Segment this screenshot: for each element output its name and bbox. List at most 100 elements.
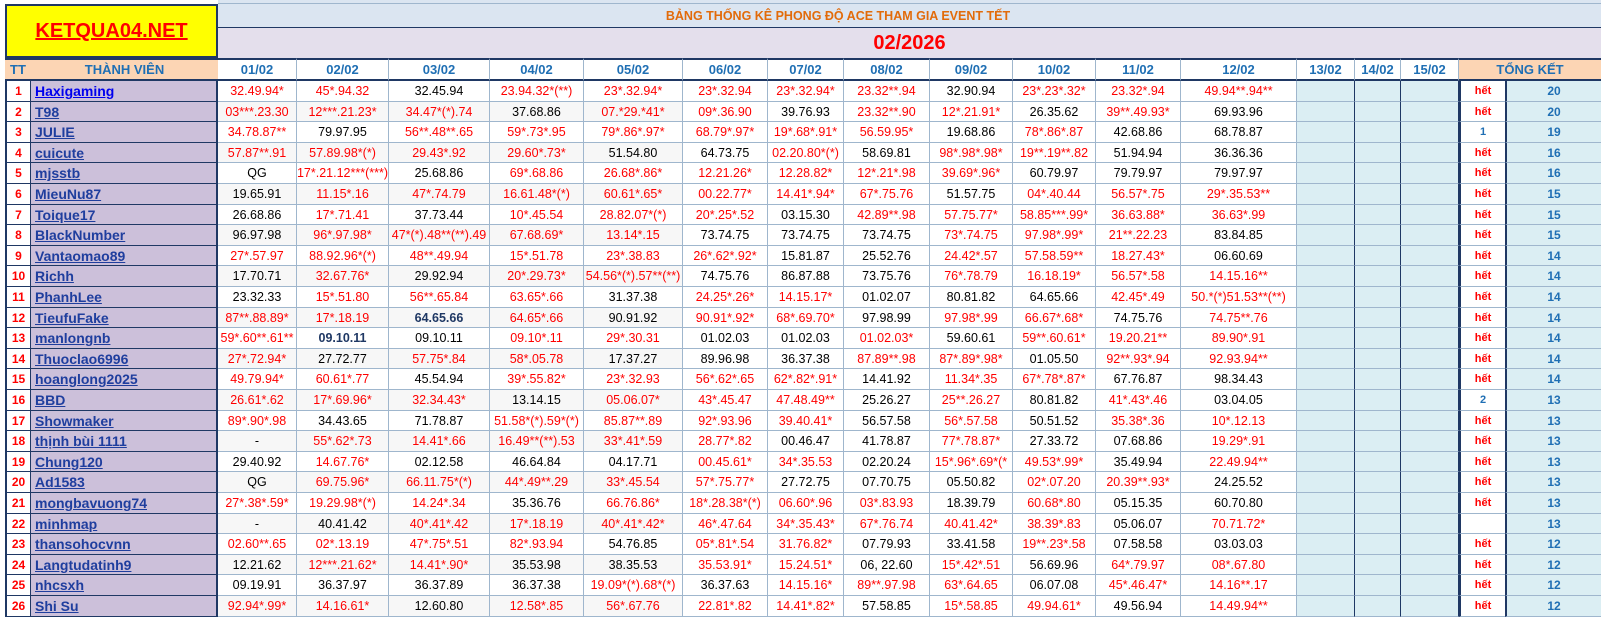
result-cell: 40*.41*.42	[389, 514, 490, 534]
member-name-link[interactable]: Toique17	[31, 205, 218, 225]
member-name-link[interactable]: PhanhLee	[31, 287, 218, 308]
result-cell: 23.32**.94	[844, 81, 930, 102]
result-cell: 58.69.81	[844, 143, 930, 163]
result-cell: 87.89**.98	[844, 349, 930, 369]
empty-day-cell	[1401, 205, 1459, 225]
result-cell: 15*.96*.69*(*	[930, 452, 1013, 472]
member-name-link[interactable]: nhcsxh	[31, 575, 218, 596]
member-name-link[interactable]: BBD	[31, 390, 218, 411]
header-date: 13/02	[1297, 58, 1355, 81]
member-name-link[interactable]: minhmap	[31, 514, 218, 534]
member-name-link[interactable]: Chung120	[31, 452, 218, 472]
total-cell: 15	[1505, 184, 1601, 205]
member-name-link[interactable]: T98	[31, 102, 218, 122]
member-name-link[interactable]: Ad1583	[31, 472, 218, 493]
empty-day-cell	[1401, 390, 1459, 411]
row-number: 18	[5, 431, 31, 452]
empty-day-cell	[1297, 205, 1355, 225]
total-cell: 12	[1505, 534, 1601, 555]
result-cell: 56**.65.84	[389, 287, 490, 308]
result-cell: 54.56*(*).57**(**)	[584, 266, 683, 287]
result-cell: 55*.62*.73	[297, 431, 389, 452]
member-name-link[interactable]: Richh	[31, 266, 218, 287]
result-cell: 67*.75.76	[844, 184, 930, 205]
member-name-link[interactable]: mongbavuong74	[31, 493, 218, 514]
result-cell: 98*.98*.98*	[930, 143, 1013, 163]
result-cell: 59*.60**.61**	[218, 328, 297, 349]
result-cell: 14.15.17*	[768, 287, 844, 308]
member-name-link[interactable]: JULIE	[31, 122, 218, 143]
member-name-link[interactable]: Vantaomao89	[31, 246, 218, 266]
member-name-link[interactable]: TieufuFake	[31, 308, 218, 328]
result-cell: 36.37.38	[490, 575, 584, 596]
result-cell: 42.68.86	[1096, 122, 1181, 143]
status-cell: hết	[1459, 205, 1505, 225]
row-number: 10	[5, 266, 31, 287]
empty-day-cell	[1355, 575, 1401, 596]
result-cell: 63.65*.66	[490, 287, 584, 308]
header-date: 01/02	[218, 58, 297, 81]
member-name-link[interactable]: hoanglong2025	[31, 369, 218, 390]
result-cell: 97.98*.99	[930, 308, 1013, 328]
result-cell: 36.37.89	[389, 575, 490, 596]
result-cell: 15*.51.78	[490, 246, 584, 266]
brand-logo: KETQUA04.NET	[5, 4, 218, 58]
empty-day-cell	[1355, 596, 1401, 617]
result-cell: 74.75.76	[683, 266, 768, 287]
result-cell: 74.75**.76	[1181, 308, 1297, 328]
empty-day-cell	[1297, 122, 1355, 143]
member-name-link[interactable]: MieuNu87	[31, 184, 218, 205]
result-cell: 17*.18.19	[297, 308, 389, 328]
total-cell: 13	[1505, 431, 1601, 452]
result-cell: 27*.38*.59*	[218, 493, 297, 514]
member-name-link[interactable]: thansohocvnn	[31, 534, 218, 555]
member-name-link[interactable]: Langtudatinh9	[31, 555, 218, 575]
result-cell: 06.60.69	[1181, 246, 1297, 266]
result-cell: 35.53.91*	[683, 555, 768, 575]
empty-day-cell	[1355, 349, 1401, 369]
result-cell: 12***.21.62*	[297, 555, 389, 575]
result-cell: 11.34*.35	[930, 369, 1013, 390]
title-bar-right	[1458, 4, 1601, 28]
status-cell: hết	[1459, 349, 1505, 369]
result-cell: 27*.57.97	[218, 246, 297, 266]
result-cell: QG	[218, 163, 297, 184]
member-name-link[interactable]: Haxigaming	[31, 81, 218, 102]
member-name-link[interactable]: Shi Su	[31, 596, 218, 617]
empty-day-cell	[1297, 163, 1355, 184]
result-cell: 16.61.48*(*)	[490, 184, 584, 205]
header-date: 02/02	[297, 58, 389, 81]
result-cell: 06.07.08	[1013, 575, 1096, 596]
member-name-link[interactable]: Thuoclao6996	[31, 349, 218, 369]
status-cell: hết	[1459, 163, 1505, 184]
member-name-link[interactable]: BlackNumber	[31, 225, 218, 246]
row-number: 25	[5, 575, 31, 596]
result-cell: 86.87.88	[768, 266, 844, 287]
result-cell: 14.49.94**	[1181, 596, 1297, 617]
result-cell: 09*.36.90	[683, 102, 768, 122]
member-name-link[interactable]: mjsstb	[31, 163, 218, 184]
result-cell: 66.76.86*	[584, 493, 683, 514]
row-number: 8	[5, 225, 31, 246]
result-cell: 27*.72.94*	[218, 349, 297, 369]
member-name-link[interactable]: thịnh bùi 1111	[31, 431, 218, 452]
result-cell: 97.98*.99*	[1013, 225, 1096, 246]
member-name-link[interactable]: Showmaker	[31, 411, 218, 431]
result-cell: 77*.78.87*	[930, 431, 1013, 452]
member-name-link[interactable]: cuicute	[31, 143, 218, 163]
result-cell: 29*.30.31	[584, 328, 683, 349]
result-cell: 33*.45.54	[584, 472, 683, 493]
result-cell: 05.06.07	[1096, 514, 1181, 534]
status-cell: 2	[1459, 390, 1505, 411]
empty-day-cell	[1401, 575, 1459, 596]
result-cell: 07.79.93	[844, 534, 930, 555]
result-cell: 49.94**.94**	[1181, 81, 1297, 102]
member-name-link[interactable]: manlongnb	[31, 328, 218, 349]
empty-day-cell	[1355, 102, 1401, 122]
result-cell: 60.61*.77	[297, 369, 389, 390]
result-cell: 58*.05.78	[490, 349, 584, 369]
result-cell: 07.*29.*41*	[584, 102, 683, 122]
total-cell: 13	[1505, 452, 1601, 472]
empty-day-cell	[1401, 81, 1459, 102]
result-cell: 14.15.16*	[768, 575, 844, 596]
